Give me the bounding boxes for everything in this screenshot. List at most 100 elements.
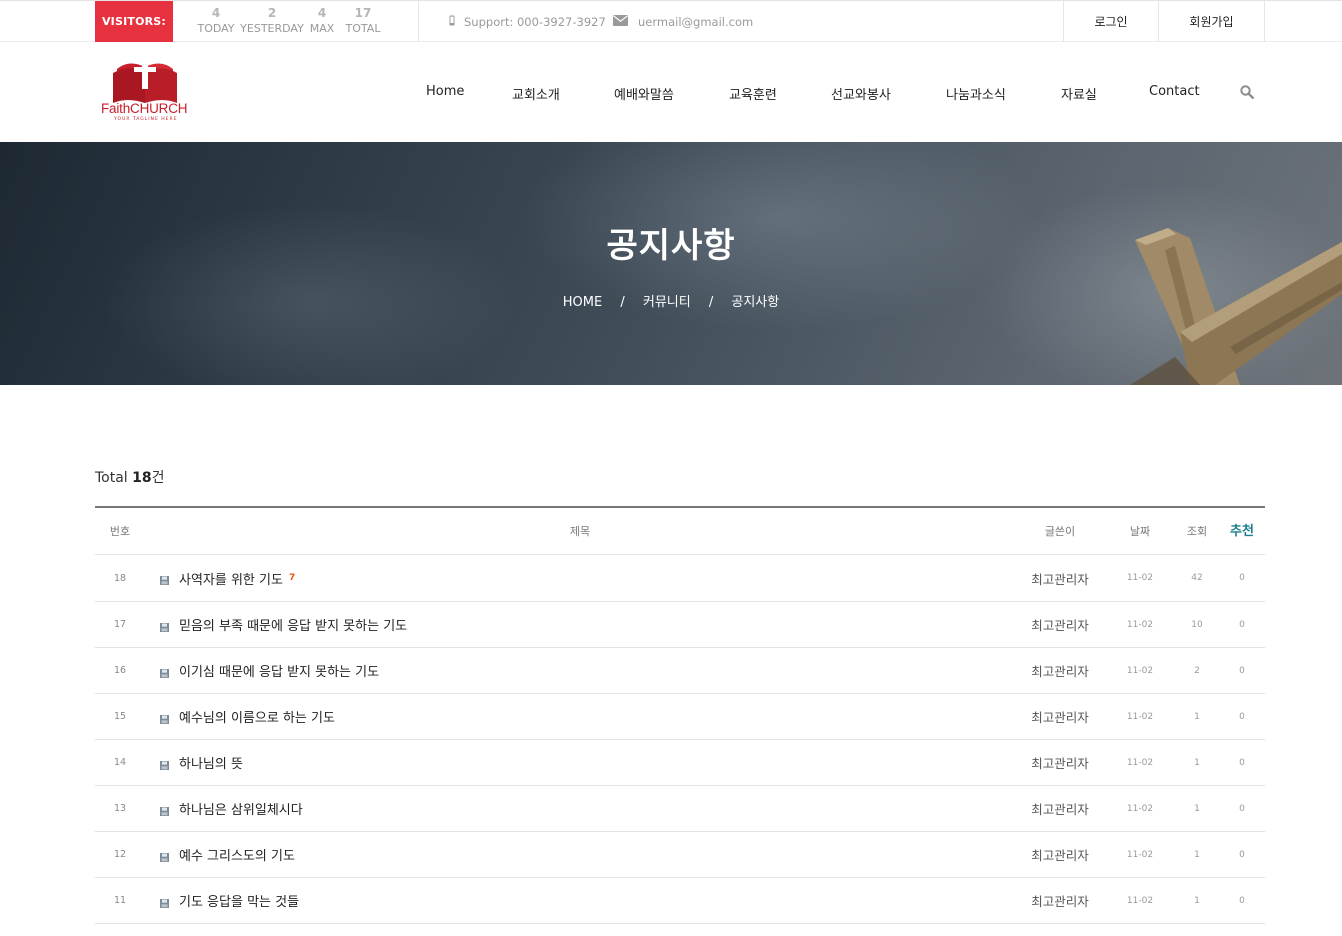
- table-row[interactable]: 12 예수 그리스도의 기도 최고관리자 11-02 1 0: [95, 832, 1265, 878]
- stat-value: 4: [317, 6, 327, 20]
- breadcrumb-home[interactable]: HOME: [563, 295, 602, 310]
- row-writer[interactable]: 최고관리자: [1020, 878, 1100, 923]
- row-subject[interactable]: 예수 그리스도의 기도: [160, 832, 295, 877]
- page-title: 공지사항: [606, 226, 736, 266]
- row-number: 18: [113, 572, 127, 584]
- nav-library[interactable]: 자료실: [1061, 84, 1097, 103]
- row-subject-text[interactable]: 예수님의 이름으로 하는 기도: [179, 707, 335, 726]
- breadcrumb-separator: /: [708, 295, 714, 310]
- row-subject-text[interactable]: 예수 그리스도의 기도: [179, 845, 295, 864]
- stat-label: TOTAL: [345, 22, 381, 35]
- row-recommend: 0: [1239, 573, 1245, 583]
- row-hits: 1: [1194, 803, 1200, 814]
- row-hits: 1: [1194, 757, 1200, 768]
- bible-cross-logo-icon: [113, 59, 177, 103]
- row-writer[interactable]: 최고관리자: [1020, 648, 1100, 693]
- header-writer: 글쓴이: [1044, 525, 1076, 538]
- logo[interactable]: FaithCHURCH YOUR TAGLINE HERE: [99, 55, 191, 125]
- row-number: 17: [113, 619, 127, 630]
- support-phone: Support: 000-3927-3927: [449, 1, 606, 42]
- signup-button[interactable]: 회원가입: [1159, 1, 1264, 42]
- header-recommend[interactable]: 추천: [1222, 508, 1262, 555]
- header-date[interactable]: 날짜: [1120, 508, 1160, 555]
- comment-count: 7: [288, 573, 296, 583]
- row-subject-text[interactable]: 하나님은 삼위일체시다: [179, 799, 303, 818]
- table-row[interactable]: 13 하나님은 삼위일체시다 최고관리자 11-02 1 0: [95, 786, 1265, 832]
- row-recommend: 0: [1239, 665, 1245, 676]
- email-text[interactable]: uermail@gmail.com: [638, 15, 753, 29]
- table-row[interactable]: 18 사역자를 위한 기도 7 최고관리자 11-02 42 0: [95, 555, 1265, 602]
- row-subject[interactable]: 믿음의 부족 때문에 응답 받지 못하는 기도: [160, 602, 407, 647]
- stat-value: 17: [354, 6, 372, 20]
- table-row[interactable]: 14 하나님의 뜻 최고관리자 11-02 1 0: [95, 740, 1265, 786]
- table-row[interactable]: 17 믿음의 부족 때문에 응답 받지 못하는 기도 최고관리자 11-02 10 0: [95, 602, 1265, 648]
- attachment-file-icon: [160, 805, 169, 816]
- row-date: 11-02: [1126, 895, 1154, 906]
- row-recommend: 0: [1239, 711, 1245, 722]
- breadcrumb-community[interactable]: 커뮤니티: [643, 295, 691, 310]
- row-writer[interactable]: 최고관리자: [1020, 832, 1100, 877]
- logo-name-bold: CHURCH: [130, 101, 188, 116]
- header-hits[interactable]: 조회: [1177, 508, 1217, 555]
- row-subject[interactable]: 예수님의 이름으로 하는 기도: [160, 694, 335, 739]
- row-subject[interactable]: 기도 응답을 막는 것들: [160, 878, 299, 923]
- stat-yesterday: 2 YESTERDAY: [240, 6, 304, 37]
- row-recommend: 0: [1239, 895, 1245, 906]
- nav-education[interactable]: 교육훈련: [729, 84, 777, 103]
- nav-mission[interactable]: 선교와봉사: [831, 84, 891, 103]
- envelope-icon: [613, 14, 628, 29]
- row-hits: 1: [1194, 711, 1200, 722]
- support-email[interactable]: uermail@gmail.com: [613, 1, 753, 42]
- row-subject[interactable]: 하나님의 뜻: [160, 740, 243, 785]
- row-date: 11-02: [1126, 665, 1154, 676]
- row-subject[interactable]: 하나님은 삼위일체시다: [160, 786, 303, 831]
- row-number: 12: [113, 849, 127, 860]
- attachment-file-icon: [160, 574, 169, 585]
- stat-value: 4: [211, 6, 221, 20]
- row-date: 11-02: [1126, 803, 1154, 814]
- total-count: Total 18건: [95, 467, 165, 487]
- nav-church-intro[interactable]: 교회소개: [512, 84, 560, 103]
- row-number: 11: [113, 895, 127, 906]
- visitors-badge: VISITORS:: [95, 1, 173, 42]
- row-subject-text[interactable]: 이기심 때문에 응답 받지 못하는 기도: [179, 661, 379, 680]
- total-prefix: Total: [95, 470, 128, 486]
- total-suffix: 건: [151, 470, 165, 486]
- row-writer[interactable]: 최고관리자: [1020, 555, 1100, 601]
- table-row[interactable]: 16 이기심 때문에 응답 받지 못하는 기도 최고관리자 11-02 2 0: [95, 648, 1265, 694]
- mobile-phone-icon: [449, 15, 455, 29]
- row-subject-text[interactable]: 사역자를 위한 기도: [179, 569, 283, 588]
- row-hits: 1: [1194, 895, 1200, 906]
- table-row[interactable]: 11 기도 응답을 막는 것들 최고관리자 11-02 1 0: [95, 878, 1265, 924]
- divider: [1264, 1, 1265, 42]
- breadcrumb-separator: /: [620, 295, 625, 310]
- row-subject-text[interactable]: 하나님의 뜻: [179, 753, 243, 772]
- row-subject-text[interactable]: 믿음의 부족 때문에 응답 받지 못하는 기도: [179, 615, 407, 634]
- row-writer[interactable]: 최고관리자: [1020, 602, 1100, 647]
- nav-news[interactable]: 나눔과소식: [946, 84, 1006, 103]
- row-subject[interactable]: 이기심 때문에 응답 받지 못하는 기도: [160, 648, 379, 693]
- row-writer[interactable]: 최고관리자: [1020, 740, 1100, 785]
- breadcrumb: HOME / 커뮤니티 / 공지사항: [0, 291, 1342, 310]
- nav-home[interactable]: Home: [426, 84, 464, 99]
- login-button[interactable]: 로그인: [1064, 1, 1158, 42]
- row-writer[interactable]: 최고관리자: [1020, 786, 1100, 831]
- row-recommend: 0: [1239, 849, 1245, 860]
- row-subject[interactable]: 사역자를 위한 기도 7: [160, 555, 295, 601]
- row-subject-text[interactable]: 기도 응답을 막는 것들: [179, 891, 299, 910]
- search-icon[interactable]: [1240, 84, 1255, 103]
- attachment-file-icon: [160, 713, 169, 724]
- row-recommend: 0: [1239, 757, 1245, 768]
- row-date: 11-02: [1126, 573, 1154, 583]
- stat-value: 2: [267, 6, 277, 20]
- stat-label: TODAY: [197, 22, 235, 35]
- table-row[interactable]: 15 예수님의 이름으로 하는 기도 최고관리자 11-02 1 0: [95, 694, 1265, 740]
- attachment-file-icon: [160, 667, 169, 678]
- nav-contact[interactable]: Contact: [1149, 84, 1200, 99]
- board-table: 번호 제목 글쓴이 날짜 조회 추천 18 사역자를 위한 기도 7 최고관리자 11-…: [95, 506, 1265, 924]
- total-number: 18: [132, 470, 152, 486]
- row-number: 13: [113, 803, 127, 814]
- nav-worship[interactable]: 예배와말씀: [614, 84, 674, 103]
- header-subject: 제목: [569, 525, 591, 538]
- row-writer[interactable]: 최고관리자: [1020, 694, 1100, 739]
